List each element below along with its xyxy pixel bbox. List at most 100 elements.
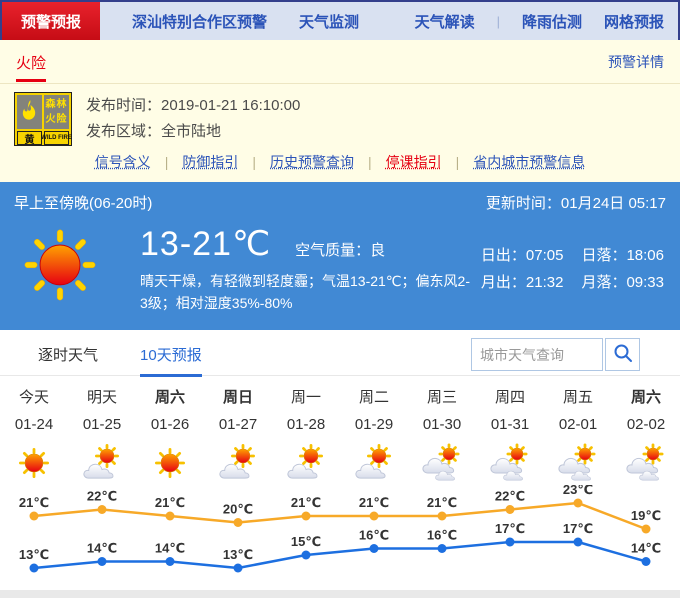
sun-moon-value: 07:05 bbox=[526, 247, 564, 264]
forecast-day-column[interactable]: 周三 01-30 bbox=[408, 386, 476, 483]
svg-text:19℃: 19℃ bbox=[631, 508, 661, 523]
partly-cloudy-icon bbox=[340, 443, 408, 483]
svg-text:21℃: 21℃ bbox=[155, 495, 185, 510]
nav-item[interactable]: 网格预报 bbox=[604, 11, 664, 32]
warning-link[interactable]: 历史预警查询 bbox=[270, 152, 354, 172]
link-divider: | bbox=[456, 154, 460, 170]
day-date: 02-02 bbox=[612, 416, 680, 433]
air-quality-label: 空气质量： bbox=[295, 242, 370, 259]
svg-text:15℃: 15℃ bbox=[291, 534, 321, 549]
forecast-day-column[interactable]: 周一01-28 bbox=[272, 386, 340, 483]
day-name: 周五 bbox=[544, 386, 612, 407]
forecast-tabbar: 逐时天气 10天预报 bbox=[0, 330, 680, 376]
svg-text:16℃: 16℃ bbox=[359, 528, 389, 543]
svg-text:17℃: 17℃ bbox=[495, 521, 525, 536]
city-search-box bbox=[471, 338, 640, 371]
forecast-section: 逐时天气 10天预报 今天01-24明天01-25周六01-26周日 01-27周一… bbox=[0, 330, 680, 598]
sun-moon-item: 日落：18:06 bbox=[581, 244, 664, 265]
weather-description: 晴天干燥，有轻微到轻度霾；气温13-21℃；偏东风2-3级；相对湿度35%-80… bbox=[140, 270, 470, 314]
sun-moon-item: 日出：07:05 bbox=[481, 244, 564, 265]
warning-level-badge: 黄 bbox=[17, 131, 42, 145]
tab-ten-day-forecast[interactable]: 10天预报 bbox=[140, 344, 202, 377]
wildfire-warning-icon: 森林火险 黄 WILD FIRE bbox=[14, 92, 72, 146]
day-name: 周日 bbox=[204, 386, 272, 407]
forecast-day-column[interactable]: 周二01-29 bbox=[340, 386, 408, 483]
svg-text:13℃: 13℃ bbox=[223, 547, 253, 562]
warning-link[interactable]: 省内城市预警信息 bbox=[473, 152, 585, 172]
warning-link[interactable]: 停课指引 bbox=[386, 152, 442, 172]
warning-detail-link[interactable]: 预警详情 bbox=[608, 52, 664, 72]
warning-en-label: WILD FIRE bbox=[44, 131, 69, 145]
svg-text:21℃: 21℃ bbox=[291, 495, 321, 510]
nav-item[interactable]: 天气解读 bbox=[415, 11, 475, 32]
day-name: 周六 bbox=[136, 386, 204, 407]
warning-panel: 火险 预警详情 森林火险 黄 WILD FIRE 发 bbox=[0, 40, 680, 182]
forecast-day-column[interactable]: 明天01-25 bbox=[68, 386, 136, 483]
sun-moon-times: 日出：07:05 日落：18:06 月出：21:32 月落：09:33 bbox=[481, 244, 664, 292]
period-label: 早上至傍晚(06-20时) bbox=[14, 192, 152, 213]
publish-area-value: 全市陆地 bbox=[161, 123, 221, 140]
update-time-label: 更新时间： bbox=[486, 195, 561, 212]
nav-divider: | bbox=[497, 14, 500, 29]
link-divider: | bbox=[252, 154, 256, 170]
tab-fire-risk[interactable]: 火险 bbox=[16, 52, 46, 82]
temp-range: 13-21℃ bbox=[140, 224, 271, 264]
cloudy-icon bbox=[612, 443, 680, 483]
air-quality-value: 良 bbox=[370, 242, 385, 259]
svg-text:23℃: 23℃ bbox=[563, 485, 593, 497]
sun-moon-item: 月出：21:32 bbox=[481, 271, 564, 292]
cloudy-icon bbox=[544, 443, 612, 483]
warning-body: 森林火险 黄 WILD FIRE 发布时间：2019-01-21 16:10:0… bbox=[0, 84, 680, 146]
weather-page: 预警预报 深汕特别合作区预警 天气监测 天气解读 | 降雨估测 网格预报 火险 预警详情… bbox=[0, 0, 680, 598]
svg-text:21℃: 21℃ bbox=[359, 495, 389, 510]
warning-head: 火险 预警详情 bbox=[0, 40, 680, 84]
forecast-day-column[interactable]: 周四01-31 bbox=[476, 386, 544, 483]
forecast-day-column[interactable]: 今天01-24 bbox=[0, 386, 68, 483]
sun-moon-label: 月落： bbox=[581, 274, 626, 291]
nav-item[interactable]: 深汕特别合作区预警 bbox=[132, 11, 267, 32]
sun-moon-label: 日出： bbox=[481, 247, 526, 264]
day-name: 周一 bbox=[272, 386, 340, 407]
city-search-input[interactable] bbox=[471, 338, 603, 371]
svg-text:14℃: 14℃ bbox=[631, 541, 661, 556]
svg-text:21℃: 21℃ bbox=[19, 495, 49, 510]
publish-info: 发布时间：2019-01-21 16:10:00 发布区域：全市陆地 bbox=[86, 93, 300, 145]
warning-link[interactable]: 防御指引 bbox=[182, 152, 238, 172]
warning-links-row: 信号含义|防御指引|历史预警查询|停课指引|省内城市预警信息 bbox=[0, 152, 680, 172]
flame-icon bbox=[17, 95, 42, 129]
tab-hourly-weather[interactable]: 逐时天气 bbox=[38, 344, 98, 374]
publish-time-row: 发布时间：2019-01-21 16:10:00 bbox=[86, 93, 300, 119]
day-name: 周六 bbox=[612, 386, 680, 407]
partly-cloudy-icon bbox=[68, 443, 136, 483]
forecast-days-row: 今天01-24明天01-25周六01-26周日 01-27周一01-28周二01-… bbox=[0, 386, 680, 483]
nav-item[interactable]: 天气监测 bbox=[299, 11, 359, 32]
wildfire-icon-top: 森林火险 bbox=[17, 95, 69, 129]
sunny-icon bbox=[136, 443, 204, 483]
nav-item[interactable]: 降雨估测 bbox=[522, 11, 582, 32]
forecast-day-column[interactable]: 周六01-26 bbox=[136, 386, 204, 483]
day-name: 明天 bbox=[68, 386, 136, 407]
warning-link[interactable]: 信号含义 bbox=[95, 152, 151, 172]
bottom-divider bbox=[0, 590, 680, 598]
forecast-day-column[interactable]: 周六 02-02 bbox=[612, 386, 680, 483]
sun-moon-value: 18:06 bbox=[626, 247, 664, 264]
forecast-day-column[interactable]: 周日 01-27 bbox=[204, 386, 272, 483]
link-divider: | bbox=[165, 154, 169, 170]
day-name: 周二 bbox=[340, 386, 408, 407]
svg-text:16℃: 16℃ bbox=[427, 528, 457, 543]
nav-tab-warning-forecast[interactable]: 预警预报 bbox=[2, 2, 100, 40]
cloudy-icon bbox=[408, 443, 476, 483]
svg-text:14℃: 14℃ bbox=[87, 541, 117, 556]
day-date: 01-27 bbox=[204, 416, 272, 433]
day-date: 01-30 bbox=[408, 416, 476, 433]
sun-moon-value: 09:33 bbox=[626, 274, 664, 291]
svg-text:14℃: 14℃ bbox=[155, 541, 185, 556]
day-date: 02-01 bbox=[544, 416, 612, 433]
svg-text:21℃: 21℃ bbox=[427, 495, 457, 510]
partly-cloudy-icon bbox=[204, 443, 272, 483]
forecast-day-column[interactable]: 周五 02-01 bbox=[544, 386, 612, 483]
wildfire-icon-title: 森林火险 bbox=[44, 95, 69, 129]
top-nav: 预警预报 深汕特别合作区预警 天气监测 天气解读 | 降雨估测 网格预报 bbox=[0, 0, 680, 40]
search-button[interactable] bbox=[605, 338, 640, 371]
day-name: 周三 bbox=[408, 386, 476, 407]
